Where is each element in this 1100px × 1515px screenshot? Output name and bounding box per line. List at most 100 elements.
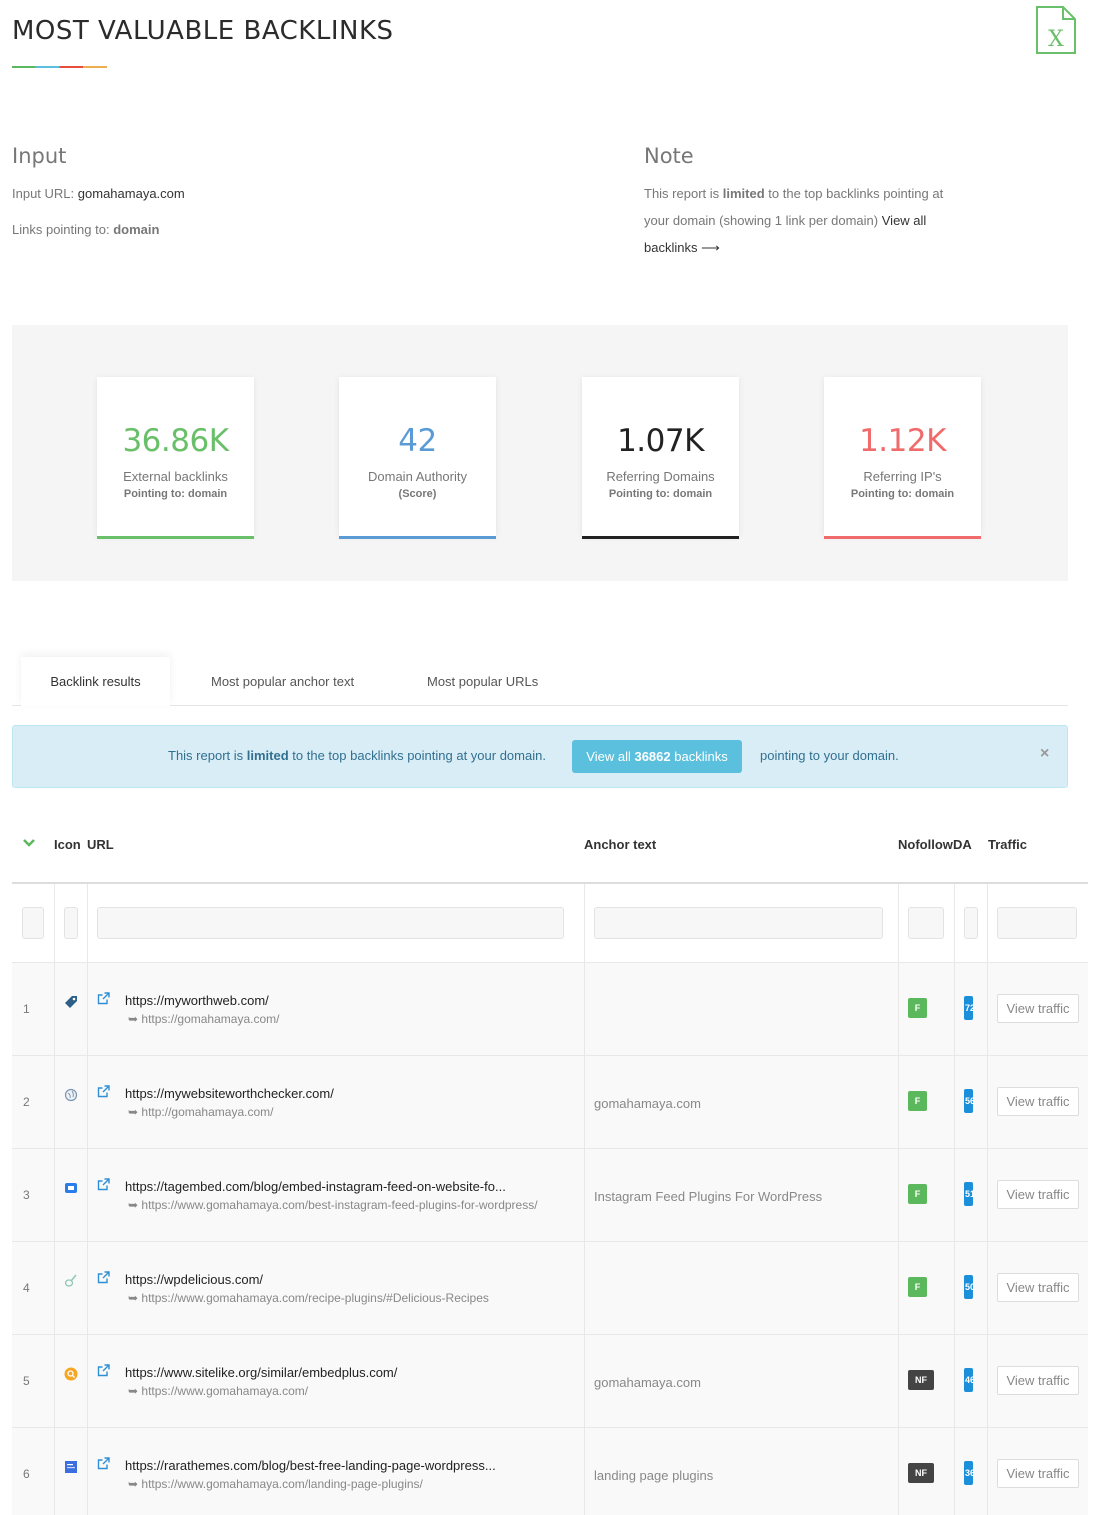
column-header-icon[interactable]: Icon — [54, 837, 81, 852]
follow-badge: F — [908, 1091, 927, 1111]
filter-input-url[interactable] — [97, 907, 564, 939]
page-title: MOST VALUABLE BACKLINKS — [12, 16, 394, 46]
column-separator — [87, 884, 88, 1515]
follow-badge: NF — [908, 1463, 934, 1483]
source-url-link[interactable]: https://tagembed.com/blog/embed-instagra… — [125, 1179, 506, 1194]
da-score-badge: 56 — [964, 1089, 973, 1113]
column-header-nofollow[interactable]: Nofollow — [898, 837, 953, 852]
column-header-url[interactable]: URL — [87, 837, 114, 852]
external-link-icon[interactable] — [97, 1457, 110, 1470]
stat-accent-bar — [97, 536, 254, 539]
limit-alert: This report is limited to the top backli… — [12, 725, 1068, 788]
da-score-badge: 50 — [964, 1275, 973, 1299]
row-number: 3 — [23, 1188, 30, 1202]
input-url-value: gomahamaya.com — [77, 186, 185, 201]
external-link-icon[interactable] — [97, 1085, 110, 1098]
target-url[interactable]: ➥ https://www.gomahamaya.com/landing-pag… — [128, 1477, 423, 1491]
external-link-icon[interactable] — [97, 1271, 110, 1284]
input-url-label: Input URL: — [12, 186, 75, 201]
alert-text-end: pointing to your domain. — [760, 748, 899, 763]
view-traffic-button[interactable]: View traffic — [997, 1273, 1079, 1302]
stat-accent-bar — [824, 536, 981, 539]
input-url-line: Input URL: gomahamaya.com — [12, 186, 185, 201]
filter-input-anchor[interactable] — [594, 907, 883, 939]
target-url[interactable]: ➥ https://www.gomahamaya.com/recipe-plug… — [128, 1291, 489, 1305]
column-separator — [54, 884, 55, 1515]
table-row: 6 https://rarathemes.com/blog/best-free-l… — [12, 1428, 1088, 1515]
stat-label: Referring IP's — [863, 469, 942, 484]
follow-badge: F — [908, 1184, 927, 1204]
target-url-text: https://www.gomahamaya.com/landing-page-… — [141, 1477, 423, 1491]
stat-sub: Pointing to: domain — [850, 488, 955, 500]
external-link-icon[interactable] — [97, 1364, 110, 1377]
target-url[interactable]: ➥ https://www.gomahamaya.com/ — [128, 1384, 308, 1398]
links-pointing-value: domain — [113, 222, 160, 237]
source-url-link[interactable]: https://mywebsiteworthchecker.com/ — [125, 1086, 334, 1101]
note-section-title: Note — [644, 144, 694, 168]
alert-text-before: This report is — [168, 748, 244, 763]
note-text-before: This report is — [644, 186, 720, 201]
tabs-divider — [12, 705, 1068, 706]
arrow-right-icon: ➥ — [128, 1291, 142, 1305]
stat-card-referring-ips: 1.12K Referring IP's Pointing to: domain — [824, 377, 981, 539]
source-url-link[interactable]: https://rarathemes.com/blog/best-free-la… — [125, 1458, 496, 1473]
filter-input-traffic[interactable] — [997, 907, 1077, 939]
view-traffic-button[interactable]: View traffic — [997, 994, 1079, 1023]
filter-input-da[interactable] — [964, 907, 978, 939]
anchor-text: Instagram Feed Plugins For WordPress — [594, 1189, 823, 1204]
column-separator — [898, 884, 899, 1515]
view-traffic-button[interactable]: View traffic — [997, 1366, 1079, 1395]
globe-icon — [64, 1088, 78, 1102]
column-header-anchor-text[interactable]: Anchor text — [584, 837, 656, 852]
anchor-text: gomahamaya.com — [594, 1375, 701, 1390]
alert-message: This report is limited to the top backli… — [168, 748, 546, 763]
filter-input-nofollow[interactable] — [908, 907, 944, 939]
svg-text:X: X — [1048, 27, 1064, 52]
column-separator — [987, 884, 988, 1515]
view-traffic-button[interactable]: View traffic — [997, 1087, 1079, 1116]
stat-value: 1.07K — [617, 423, 704, 459]
target-url-text: https://www.gomahamaya.com/recipe-plugin… — [141, 1291, 489, 1305]
source-url-link[interactable]: https://wpdelicious.com/ — [125, 1272, 263, 1287]
stat-label: Referring Domains — [606, 469, 715, 484]
source-url-link[interactable]: https://www.sitelike.org/similar/embedpl… — [125, 1365, 397, 1380]
view-traffic-button[interactable]: View traffic — [997, 1459, 1079, 1488]
filter-input-number[interactable] — [22, 907, 44, 939]
column-header-traffic[interactable]: Traffic — [988, 837, 1027, 852]
view-all-backlinks-button[interactable]: View all 36862 backlinks — [572, 740, 742, 773]
external-link-icon[interactable] — [97, 992, 110, 1005]
target-url-text: https://gomahamaya.com/ — [141, 1012, 280, 1026]
arrow-right-icon: ➥ — [128, 1384, 142, 1398]
target-url[interactable]: ➥ https://www.gomahamaya.com/best-instag… — [128, 1198, 538, 1212]
target-url[interactable]: ➥ https://gomahamaya.com/ — [128, 1012, 279, 1026]
target-url[interactable]: ➥ http://gomahamaya.com/ — [128, 1105, 273, 1119]
external-link-icon[interactable] — [97, 1178, 110, 1191]
target-url-text: https://www.gomahamaya.com/best-instagra… — [141, 1198, 538, 1212]
da-score-badge: 46 — [964, 1368, 973, 1392]
filter-input-icon[interactable] — [64, 907, 78, 939]
chevron-down-icon[interactable] — [22, 836, 36, 855]
close-icon[interactable]: × — [1040, 745, 1049, 763]
row-number: 6 — [23, 1467, 30, 1481]
tab-backlink-results[interactable]: Backlink results — [21, 657, 170, 706]
stat-sub: Pointing to: domain — [123, 488, 228, 500]
arrow-right-icon: ➥ — [128, 1477, 142, 1491]
tagembed-logo-icon — [64, 1181, 78, 1195]
title-underline — [12, 66, 107, 68]
row-number: 2 — [23, 1095, 30, 1109]
arrow-right-icon: ➥ — [128, 1105, 142, 1119]
tab-popular-anchor-text[interactable]: Most popular anchor text — [211, 674, 354, 689]
arrow-right-icon: ➥ — [128, 1198, 142, 1212]
tab-popular-urls[interactable]: Most popular URLs — [427, 674, 538, 689]
whisk-icon — [64, 1274, 78, 1288]
source-url-link[interactable]: https://myworthweb.com/ — [125, 993, 269, 1008]
view-traffic-button[interactable]: View traffic — [997, 1180, 1079, 1209]
excel-export-icon[interactable]: X — [1035, 6, 1077, 54]
button-count: 36862 — [634, 749, 671, 764]
da-score-badge: 36 — [964, 1461, 973, 1485]
stat-value: 1.12K — [859, 423, 946, 459]
target-url-text: http://gomahamaya.com/ — [141, 1105, 274, 1119]
stat-card-domain-authority: 42 Domain Authority (Score) — [339, 377, 496, 539]
alert-text-bold: limited — [246, 748, 289, 763]
column-header-da[interactable]: DA — [953, 837, 972, 852]
